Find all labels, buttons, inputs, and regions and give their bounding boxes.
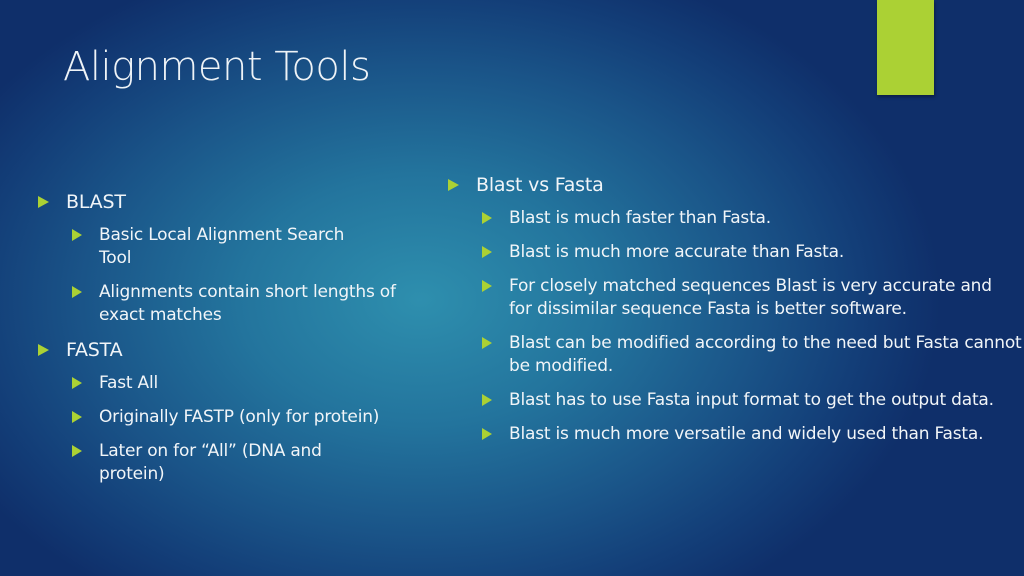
bullet-item: Blast is much more versatile and widely … [448,423,1024,446]
bullet-text: Basic Local Alignment Search Tool [99,225,345,268]
bullet-text: Originally FASTP (only for protein) [99,407,380,427]
bullet-item: Blast is much more accurate than Fasta. [448,241,988,264]
bullet-item: Alignments contain short lengths of exac… [38,281,404,327]
triangle-bullet-icon [482,337,492,349]
bullet-item: Blast can be modified according to the n… [448,332,1024,378]
bullet-text: Blast is much more accurate than Fasta. [509,242,845,262]
bullet-text: Blast is much more versatile and widely … [509,424,984,444]
left-column: BLAST Basic Local Alignment Search Tool … [38,190,408,497]
bullet-text: Blast has to use Fasta input format to g… [509,390,994,410]
bullet-item: Blast vs Fasta [448,173,988,197]
bullet-text: BLAST [66,191,126,213]
triangle-bullet-icon [72,377,82,389]
bullet-item: For closely matched sequences Blast is v… [448,275,999,321]
bullet-item: Basic Local Alignment Search Tool [38,224,379,270]
triangle-bullet-icon [482,280,492,292]
triangle-bullet-icon [482,394,492,406]
bullet-item: Later on for “All” (DNA and protein) [38,440,389,486]
triangle-bullet-icon [482,428,492,440]
triangle-bullet-icon [72,411,82,423]
bullet-item: FASTA [38,338,408,362]
bullet-text: Blast can be modified according to the n… [509,333,1022,376]
triangle-bullet-icon [38,196,49,208]
accent-bar [877,0,934,95]
bullet-item: Blast has to use Fasta input format to g… [448,389,999,412]
triangle-bullet-icon [482,246,492,258]
triangle-bullet-icon [72,445,82,457]
bullet-text: Blast vs Fasta [476,174,604,196]
triangle-bullet-icon [72,286,82,298]
slide-title: Alignment Tools [63,44,371,90]
right-column: Blast vs Fasta Blast is much faster than… [448,173,1022,457]
bullet-text: FASTA [66,339,123,361]
bullet-item: BLAST [38,190,408,214]
bullet-text: Alignments contain short lengths of exac… [99,282,396,325]
bullet-item: Originally FASTP (only for protein) [38,406,439,429]
triangle-bullet-icon [38,344,49,356]
triangle-bullet-icon [72,229,82,241]
bullet-item: Blast is much faster than Fasta. [448,207,988,230]
bullet-text: Blast is much faster than Fasta. [509,208,771,228]
bullet-text: Fast All [99,373,159,393]
triangle-bullet-icon [482,212,492,224]
bullet-text: Later on for “All” (DNA and protein) [99,441,322,484]
bullet-text: For closely matched sequences Blast is v… [509,276,992,319]
bullet-item: Fast All [38,372,408,395]
triangle-bullet-icon [448,179,459,191]
